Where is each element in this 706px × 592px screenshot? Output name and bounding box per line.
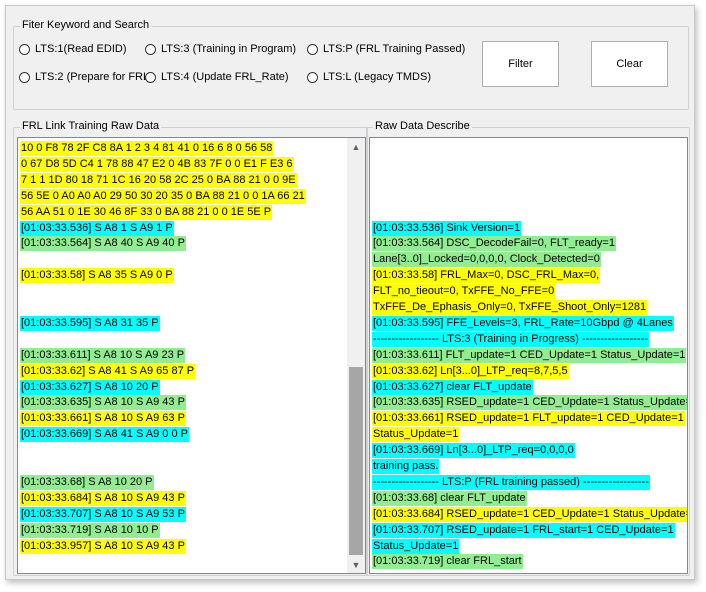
main-window: Fiter Keyword and Search LTS:1(Read EDID…: [5, 5, 695, 580]
text-line: [01:03:33.635] RSED_update=1 CED_Update=…: [372, 395, 687, 411]
text-line: [20, 284, 22, 299]
radio-ltsp-label: LTS:P (FRL Training Passed): [323, 43, 466, 55]
raw-data-scrollbar[interactable]: ▲ ▼: [347, 138, 365, 573]
text-line: 56 5E 0 A0 A0 A0 29 50 30 20 35 0 BA 88 …: [20, 188, 306, 204]
text-line: FLT_no_tieout=0, TxFFE_No_FFE=0: [372, 284, 556, 300]
filter-groupbox: Fiter Keyword and Search LTS:1(Read EDID…: [13, 19, 689, 110]
radio-lts1-label: LTS:1(Read EDID): [35, 43, 127, 55]
text-line: [01:03:33.62] Ln[3...0]_LTP_req=8,7,5,5: [372, 363, 569, 379]
text-line: [01:03:33.635] S A8 10 S A9 43 P: [20, 395, 186, 411]
text-line: Status_Update=1: [372, 427, 460, 443]
text-line: [20, 252, 22, 267]
radio-button-icon[interactable]: [307, 43, 318, 55]
text-line: [01:03:33.58] FRL_Max=0, DSC_FRL_Max=0,: [372, 268, 601, 284]
text-line: [01:03:33.62] S A8 41 S A9 65 87 P: [20, 363, 196, 379]
radio-ltsl-label: LTS:L (Legacy TMDS): [323, 71, 431, 83]
text-line: [01:03:33.595] FFE_Levels=3, FRL_Rate=10…: [372, 315, 674, 331]
text-line: [01:03:33.669] Ln[3...0]_LTP_req=0,0,0,0: [372, 443, 575, 459]
text-line: [20, 459, 22, 474]
text-line: [01:03:33.707] RSED_update=1 FRL_start=1…: [372, 522, 675, 538]
filter-group-title: Fiter Keyword and Search: [20, 19, 152, 31]
filter-button[interactable]: Filter: [482, 41, 559, 87]
text-line: [01:03:33.684] RSED_update=1 CED_Update=…: [372, 506, 687, 522]
radio-lts2-label: LTS:2 (Prepare for FRL): [35, 71, 153, 83]
describe-textbox[interactable]: [01:03:33.536] Sink Version=1 [01:03:33.5…: [369, 137, 688, 574]
text-line: [01:03:33.58] S A8 35 S A9 0 P: [20, 268, 174, 284]
raw-data-groupbox: FRL Link Training Raw Data 10 0 F8 78 2F…: [13, 120, 368, 576]
text-line: [20, 300, 22, 315]
radio-lts4[interactable]: LTS:4 (Update FRL_Rate): [145, 71, 289, 83]
text-line: [01:03:33.68] clear FLT_update: [372, 490, 527, 506]
text-line: [01:03:33.536] Sink Version=1: [372, 220, 522, 236]
radio-button-icon[interactable]: [19, 71, 30, 83]
text-line: ------------------ LTS:3 (Training in Pr…: [372, 331, 649, 347]
text-line: [01:03:33.707] S A8 10 S A9 53 P: [20, 506, 186, 522]
raw-data-title: FRL Link Training Raw Data: [20, 120, 162, 132]
text-line: [01:03:33.661] RSED_update=1 FLT_update=…: [372, 411, 685, 427]
scroll-thumb[interactable]: [349, 367, 363, 555]
text-line: [372, 205, 374, 220]
text-line: Status_Update=1: [372, 538, 460, 554]
text-line: TxFFE_De_Ephasis_Only=0, TxFFE_Shoot_Onl…: [372, 300, 648, 315]
text-line: [01:03:33.564] S A8 40 S A9 40 P: [20, 236, 186, 252]
radio-ltsl[interactable]: LTS:L (Legacy TMDS): [307, 71, 431, 83]
text-line: [01:03:33.68] S A8 10 20 P: [20, 474, 154, 490]
text-line: [01:03:33.611] S A8 10 S A9 23 P: [20, 347, 186, 363]
describe-title: Raw Data Describe: [373, 120, 472, 132]
text-line: [20, 443, 22, 458]
radio-ltsp[interactable]: LTS:P (FRL Training Passed): [307, 43, 465, 55]
text-line: [01:03:33.661] S A8 10 S A9 63 P: [20, 411, 186, 427]
radio-lts2[interactable]: LTS:2 (Prepare for FRL): [19, 71, 153, 83]
text-line: [372, 141, 374, 156]
text-line: 10 0 F8 78 2F C8 8A 1 2 3 4 81 41 0 16 6…: [20, 141, 274, 156]
radio-button-icon[interactable]: [145, 43, 156, 55]
text-line: training pass.: [372, 459, 440, 474]
text-line: [372, 189, 374, 204]
text-line: [372, 157, 374, 172]
radio-button-icon[interactable]: [145, 71, 156, 83]
text-line: [01:03:33.669] S A8 41 S A9 0 0 P: [20, 427, 189, 443]
text-line: 0 67 D8 5D C4 1 78 88 47 E2 0 4B 83 7F 0…: [20, 156, 294, 172]
text-line: [01:03:33.957] S A8 10 S A9 43 P: [20, 538, 186, 554]
text-line: 7 1 1 1D 80 18 71 1C 16 20 58 2C 25 0 BA…: [20, 172, 297, 188]
text-line: [01:03:33.611] FLT_update=1 CED_Update=1…: [372, 347, 687, 363]
text-line: Lane[3..0]_Locked=0,0,0,0, Clock_Detecte…: [372, 252, 601, 268]
text-line: [01:03:33.684] S A8 10 S A9 43 P: [20, 490, 186, 506]
text-line: [01:03:33.536] S A8 1 S A9 1 P: [20, 220, 174, 236]
text-line: [01:03:33.627] S A8 10 20 P: [20, 379, 160, 395]
radio-lts1[interactable]: LTS:1(Read EDID): [19, 43, 127, 55]
text-line: [372, 173, 374, 188]
scroll-up-icon[interactable]: ▲: [347, 138, 365, 155]
describe-groupbox: Raw Data Describe [01:03:33.536] Sink Ve…: [366, 120, 690, 576]
text-line: [01:03:33.595] S A8 31 35 P: [20, 315, 160, 331]
text-line: [01:03:33.564] DSC_DecodeFail=0, FLT_rea…: [372, 236, 616, 252]
scroll-down-icon[interactable]: ▼: [347, 556, 365, 573]
text-line: [20, 332, 22, 347]
text-line: 56 AA 51 0 1E 30 46 8F 33 0 BA 88 21 0 0…: [20, 204, 273, 220]
text-line: ------------------ LTS:P (FRL training p…: [372, 474, 650, 490]
radio-button-icon[interactable]: [307, 71, 318, 83]
raw-data-textbox[interactable]: 10 0 F8 78 2F C8 8A 1 2 3 4 81 41 0 16 6…: [17, 137, 366, 574]
clear-button[interactable]: Clear: [591, 41, 668, 87]
text-line: [01:03:33.719] clear FRL_start: [372, 554, 523, 570]
text-line: [01:03:33.627] clear FLT_update: [372, 379, 533, 395]
radio-lts3[interactable]: LTS:3 (Training in Program): [145, 43, 296, 55]
radio-button-icon[interactable]: [19, 43, 30, 55]
radio-lts4-label: LTS:4 (Update FRL_Rate): [161, 71, 289, 83]
text-line: [01:03:33.719] S A8 10 10 P: [20, 522, 160, 538]
radio-lts3-label: LTS:3 (Training in Program): [161, 43, 297, 55]
